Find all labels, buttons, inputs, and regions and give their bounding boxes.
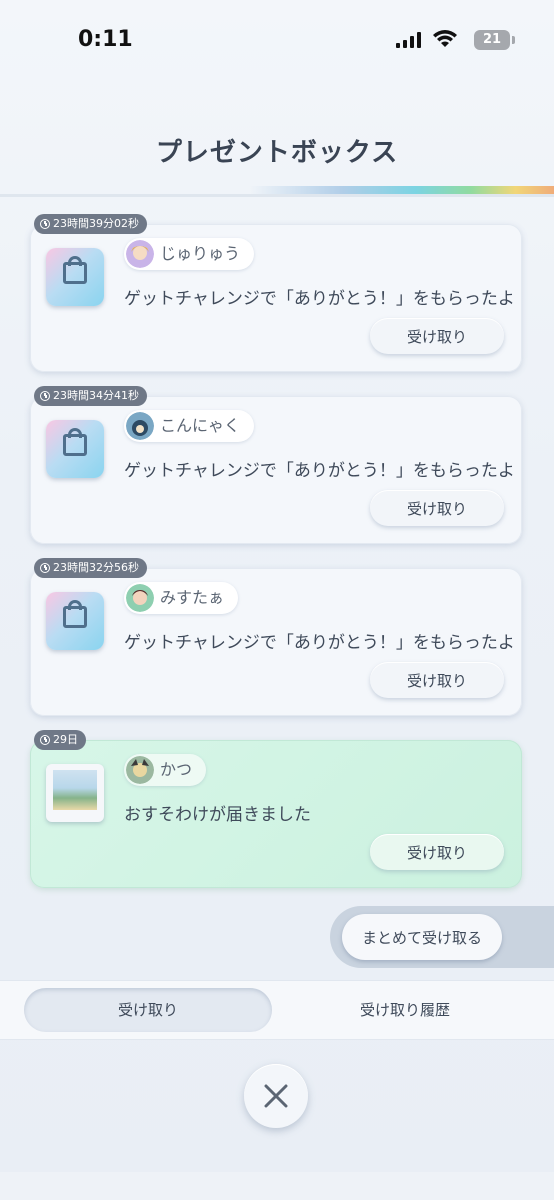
timer-badge: 23時間39分02秒 [34, 214, 147, 234]
sender-chip: みすたぁ [124, 582, 239, 614]
avatar [126, 756, 154, 784]
timer-text: 29日 [53, 733, 78, 746]
receive-button[interactable]: 受け取り [370, 490, 504, 526]
present-card: 23時間34分41秒 こんにゃく ゲットチャレンジで「ありがとう！」をもらったよ… [30, 386, 522, 544]
receive-button[interactable]: 受け取り [370, 834, 504, 870]
avatar [126, 584, 154, 612]
avatar [126, 240, 154, 268]
gift-bag-icon [46, 592, 104, 650]
tab-bar: 受け取り 受け取り履歴 [0, 980, 554, 1040]
present-message: ゲットチャレンジで「ありがとう！」をもらったよ [124, 633, 515, 653]
card-icon [46, 764, 104, 822]
timer-text: 23時間32分56秒 [53, 561, 139, 574]
sender-name: かつ [160, 760, 193, 779]
receive-all-button[interactable]: まとめて受け取る [342, 914, 502, 960]
present-message: ゲットチャレンジで「ありがとう！」をもらったよ [124, 289, 515, 309]
close-button[interactable] [244, 1064, 308, 1128]
clock-icon [40, 391, 50, 401]
gift-bag-icon [46, 420, 104, 478]
timer-text: 23時間39分02秒 [53, 217, 139, 230]
sender-name: こんにゃく [160, 416, 241, 435]
timer-badge: 29日 [34, 730, 86, 750]
receive-button[interactable]: 受け取り [370, 662, 504, 698]
receive-button[interactable]: 受け取り [370, 318, 504, 354]
sender-chip: こんにゃく [124, 410, 255, 442]
avatar [126, 412, 154, 440]
timer-text: 23時間34分41秒 [53, 389, 139, 402]
sender-chip: じゅりゅう [124, 238, 255, 270]
timer-badge: 23時間32分56秒 [34, 558, 147, 578]
present-message: ゲットチャレンジで「ありがとう！」をもらったよ [124, 461, 515, 481]
close-icon [264, 1084, 288, 1108]
cellular-signal-icon [396, 32, 421, 48]
timer-badge: 23時間34分41秒 [34, 386, 147, 406]
battery-tip [512, 36, 515, 44]
sender-name: じゅりゅう [160, 244, 241, 263]
page-title: プレゼントボックス [155, 138, 399, 168]
header-divider [0, 194, 554, 197]
bulk-receive-panel: まとめて受け取る [330, 906, 554, 968]
clock-icon [40, 563, 50, 573]
present-message: おすそわけが届きました [124, 805, 311, 825]
sender-name: みすたぁ [160, 588, 225, 607]
sender-chip: かつ [124, 754, 207, 786]
present-card: 23時間32分56秒 みすたぁ ゲットチャレンジで「ありがとう！」をもらったよ … [30, 558, 522, 716]
present-card: 29日 かつ おすそわけが届きました 受け取り [30, 730, 522, 888]
clock-icon [40, 735, 50, 745]
battery-indicator: 21 [474, 30, 510, 50]
wifi-icon [433, 30, 457, 47]
status-time: 0:11 [78, 27, 133, 52]
header-accent-bar [0, 186, 554, 194]
tab-history[interactable]: 受け取り履歴 [280, 988, 530, 1032]
bottom-safe-area [0, 1172, 554, 1200]
gift-bag-icon [46, 248, 104, 306]
clock-icon [40, 219, 50, 229]
present-card: 23時間39分02秒 じゅりゅう ゲットチャレンジで「ありがとう！」をもらったよ… [30, 214, 522, 372]
status-bar: 0:11 21 [0, 0, 554, 80]
tab-receive[interactable]: 受け取り [24, 988, 272, 1032]
